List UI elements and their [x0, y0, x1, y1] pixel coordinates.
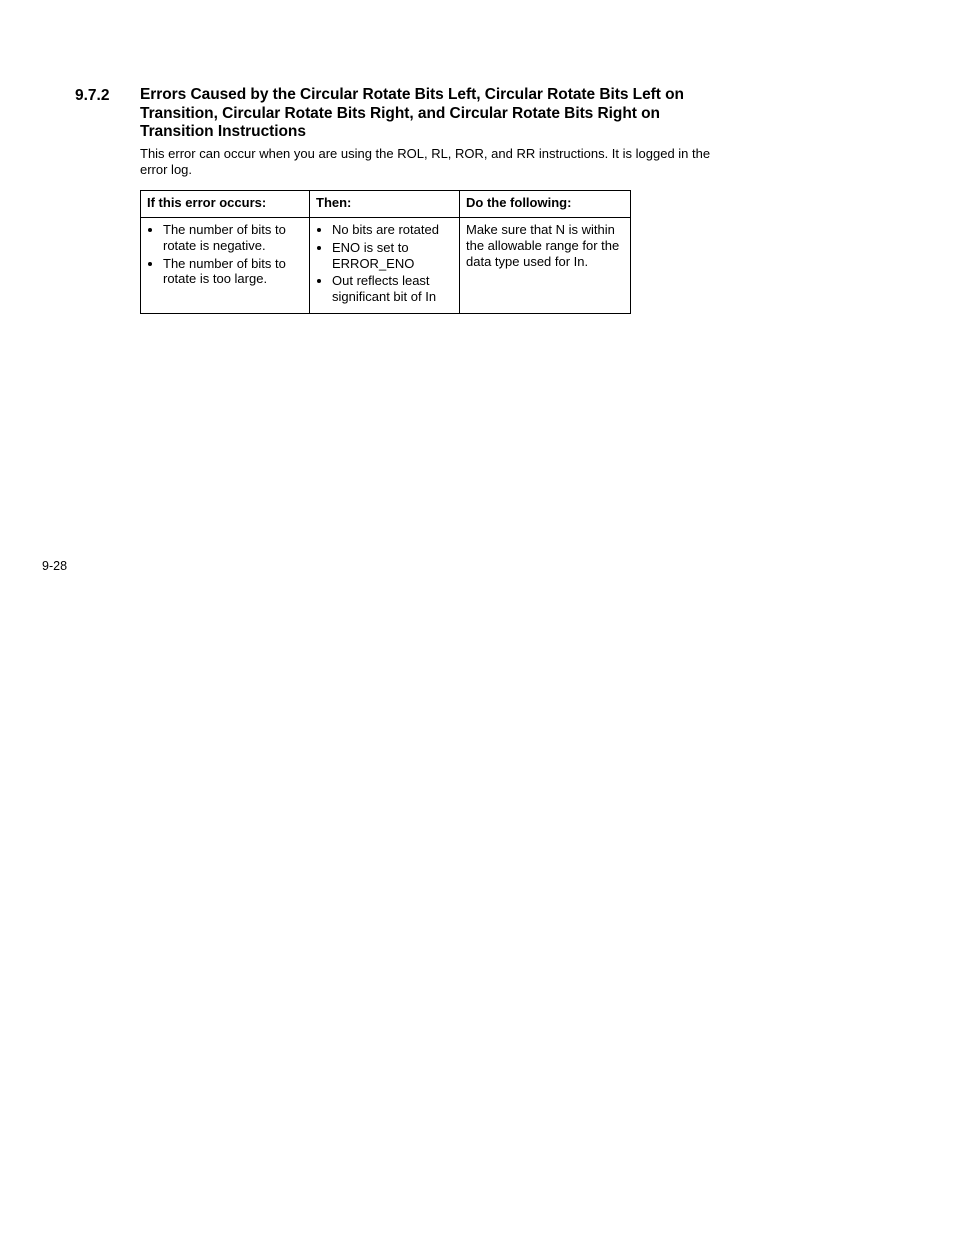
- cell-do: Make sure that N is within the allowable…: [460, 217, 631, 313]
- error-table: If this error occurs: Then: Do the follo…: [140, 190, 631, 314]
- list-item: The number of bits to rotate is too larg…: [163, 256, 303, 288]
- cell-then-list: No bits are rotated ENO is set to ERROR_…: [316, 222, 453, 305]
- list-item: ENO is set to ERROR_ENO: [332, 240, 453, 272]
- page-number: 9-28: [42, 559, 67, 575]
- table-header-row: If this error occurs: Then: Do the follo…: [141, 191, 631, 218]
- list-item: No bits are rotated: [332, 222, 453, 238]
- section-heading: Errors Caused by the Circular Rotate Bit…: [140, 86, 726, 142]
- list-item: The number of bits to rotate is negative…: [163, 222, 303, 254]
- table-row: The number of bits to rotate is negative…: [141, 217, 631, 313]
- section-body: This error can occur when you are using …: [140, 146, 716, 178]
- list-item: Out reflects least significant bit of In: [332, 273, 453, 305]
- cell-if: The number of bits to rotate is negative…: [141, 217, 310, 313]
- table-header-then: Then:: [310, 191, 460, 218]
- table-header-if: If this error occurs:: [141, 191, 310, 218]
- document-page: 9.7.2 Errors Caused by the Circular Rota…: [0, 0, 954, 1235]
- cell-then: No bits are rotated ENO is set to ERROR_…: [310, 217, 460, 313]
- cell-if-list: The number of bits to rotate is negative…: [147, 222, 303, 287]
- table-header-do: Do the following:: [460, 191, 631, 218]
- section-number: 9.7.2: [75, 86, 109, 105]
